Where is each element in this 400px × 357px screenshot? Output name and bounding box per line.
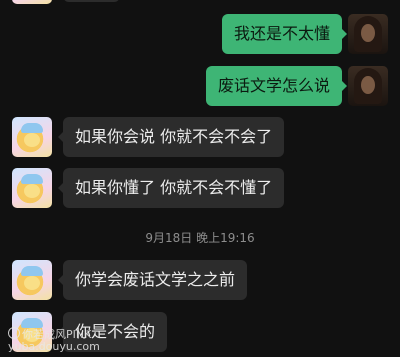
- message-row-received: 你学会废话文学之之前: [0, 260, 400, 304]
- message-bubble-received[interactable]: 如果你懂了 你就不会不懂了: [57, 168, 285, 208]
- avatar-hat: [21, 123, 43, 133]
- peer-avatar[interactable]: [12, 260, 52, 300]
- peer-avatar-clipped[interactable]: [12, 0, 52, 4]
- avatar-hat: [21, 174, 43, 184]
- message-bubble-received[interactable]: 你学会废话文学之之前: [57, 260, 248, 300]
- self-avatar[interactable]: [348, 14, 388, 54]
- watermark-logo-icon: [8, 327, 20, 339]
- self-avatar[interactable]: [348, 66, 388, 106]
- avatar-face: [24, 276, 40, 290]
- message-row-received: 如果你会说 你就不会不会了: [0, 117, 400, 161]
- peer-avatar[interactable]: [12, 117, 52, 157]
- peer-avatar[interactable]: [12, 168, 52, 208]
- message-bubble-received[interactable]: 如果你会说 你就不会不会了: [57, 117, 285, 157]
- message-timestamp: 9月18日 晚上19:16: [145, 231, 255, 245]
- message-row-sent: 我还是不太懂: [0, 14, 400, 58]
- message-row-sent: 废话文学怎么说: [0, 66, 400, 110]
- message-row-received: 如果你懂了 你就不会不懂了: [0, 168, 400, 212]
- avatar-face: [24, 133, 40, 147]
- watermark-line-1: 你若成风PINK: [8, 327, 100, 341]
- message-bubble-clipped[interactable]: [63, 0, 120, 2]
- chat-window: 我还是不太懂 废话文学怎么说 如果你会说 你就不会不会了 如果你懂了 你就不会不…: [0, 0, 400, 357]
- message-bubble-sent[interactable]: 废话文学怎么说: [205, 66, 348, 106]
- avatar-hat: [21, 266, 43, 276]
- avatar-face: [24, 184, 40, 198]
- watermark: 你若成风PINK yuba.douyu.com: [8, 327, 100, 353]
- watermark-line-2: yuba.douyu.com: [8, 340, 100, 353]
- avatar-face: [361, 24, 375, 42]
- message-bubble-sent[interactable]: 我还是不太懂: [221, 14, 348, 54]
- avatar-face: [361, 76, 375, 94]
